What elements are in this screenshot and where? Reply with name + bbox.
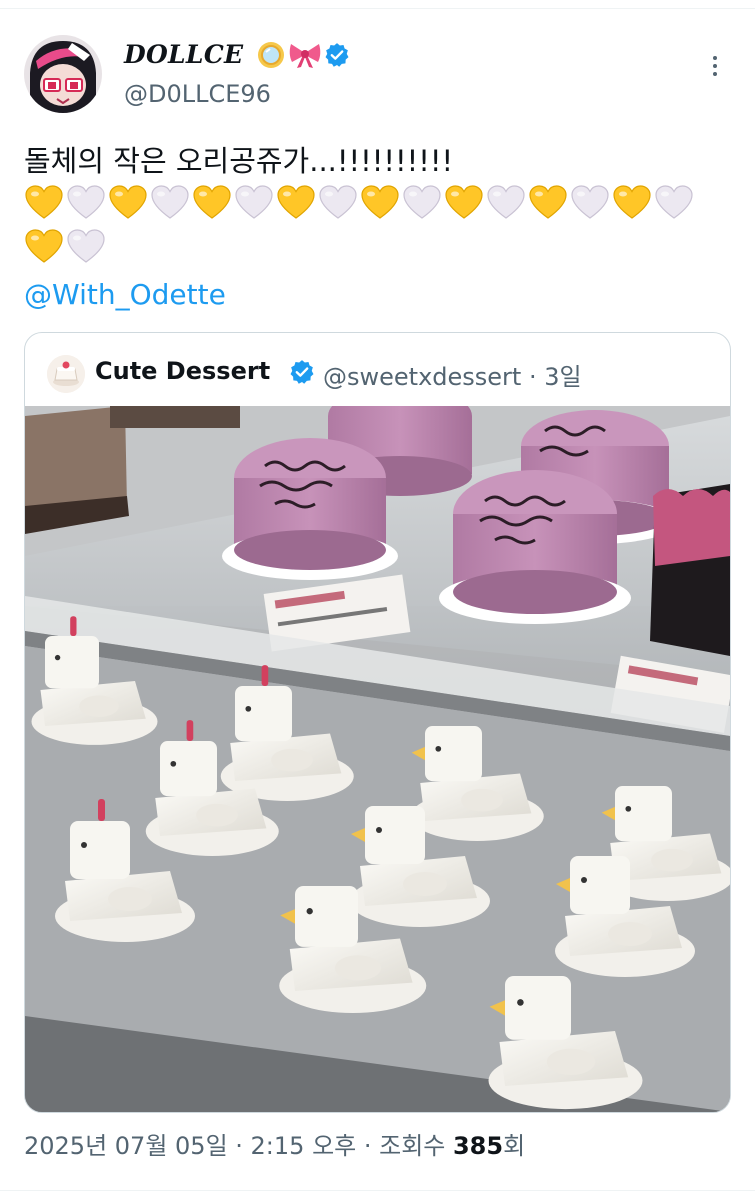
quoted-tweet-card[interactable]: Cute Dessert @sweetxdessert · 3일 xyxy=(24,332,731,1113)
mention-link[interactable]: @With_Odette xyxy=(24,278,226,311)
yellow-heart-icon xyxy=(193,185,231,219)
quoted-author-name[interactable]: Cute Dessert xyxy=(95,357,270,385)
white-heart-icon xyxy=(403,185,441,219)
tweet-meta: 2025년 07월 05일 · 2:15 오후 · 조회수 385회 xyxy=(24,1126,525,1161)
white-heart-icon xyxy=(235,185,273,219)
author-badges xyxy=(256,38,350,72)
yellow-heart-icon xyxy=(613,185,651,219)
date-time-views-label: 2025년 07월 05일 · 2:15 오후 · 조회수 xyxy=(24,1132,453,1160)
quoted-handle-and-time[interactable]: @sweetxdessert · 3일 xyxy=(323,357,582,392)
tweet-text: 돌체의 작은 오리공쥬가...!!!!!!!!!! xyxy=(24,144,454,178)
white-heart-icon xyxy=(655,185,693,219)
yellow-heart-icon xyxy=(25,229,63,263)
author-avatar[interactable] xyxy=(24,35,102,113)
heart-emoji-row-1 xyxy=(24,184,694,222)
more-options-icon[interactable] xyxy=(707,52,723,82)
quoted-author-avatar[interactable] xyxy=(47,355,85,393)
yellow-heart-icon xyxy=(361,185,399,219)
views-suffix: 회 xyxy=(503,1132,526,1160)
view-count: 385 xyxy=(452,1132,504,1160)
yellow-heart-icon xyxy=(445,185,483,219)
top-divider xyxy=(0,8,755,9)
white-heart-icon xyxy=(67,185,105,219)
yellow-heart-icon xyxy=(529,185,567,219)
heart-emoji-row-2 xyxy=(24,228,106,266)
mirror-icon xyxy=(258,42,284,68)
yellow-heart-icon xyxy=(25,185,63,219)
white-heart-icon xyxy=(487,185,525,219)
white-heart-icon xyxy=(319,185,357,219)
quoted-photo[interactable] xyxy=(25,406,730,1112)
author-handle[interactable]: @D0LLCE96 xyxy=(124,80,271,108)
yellow-heart-icon xyxy=(277,185,315,219)
yellow-heart-icon xyxy=(109,185,147,219)
verified-badge-icon xyxy=(325,43,349,67)
quoted-verified-badge-icon xyxy=(289,359,315,389)
author-name[interactable]: DOLLCE xyxy=(124,40,243,69)
white-heart-icon xyxy=(151,185,189,219)
ribbon-bow-icon xyxy=(289,44,321,68)
white-heart-icon xyxy=(67,229,105,263)
white-heart-icon xyxy=(571,185,609,219)
bottom-divider xyxy=(0,1190,755,1191)
